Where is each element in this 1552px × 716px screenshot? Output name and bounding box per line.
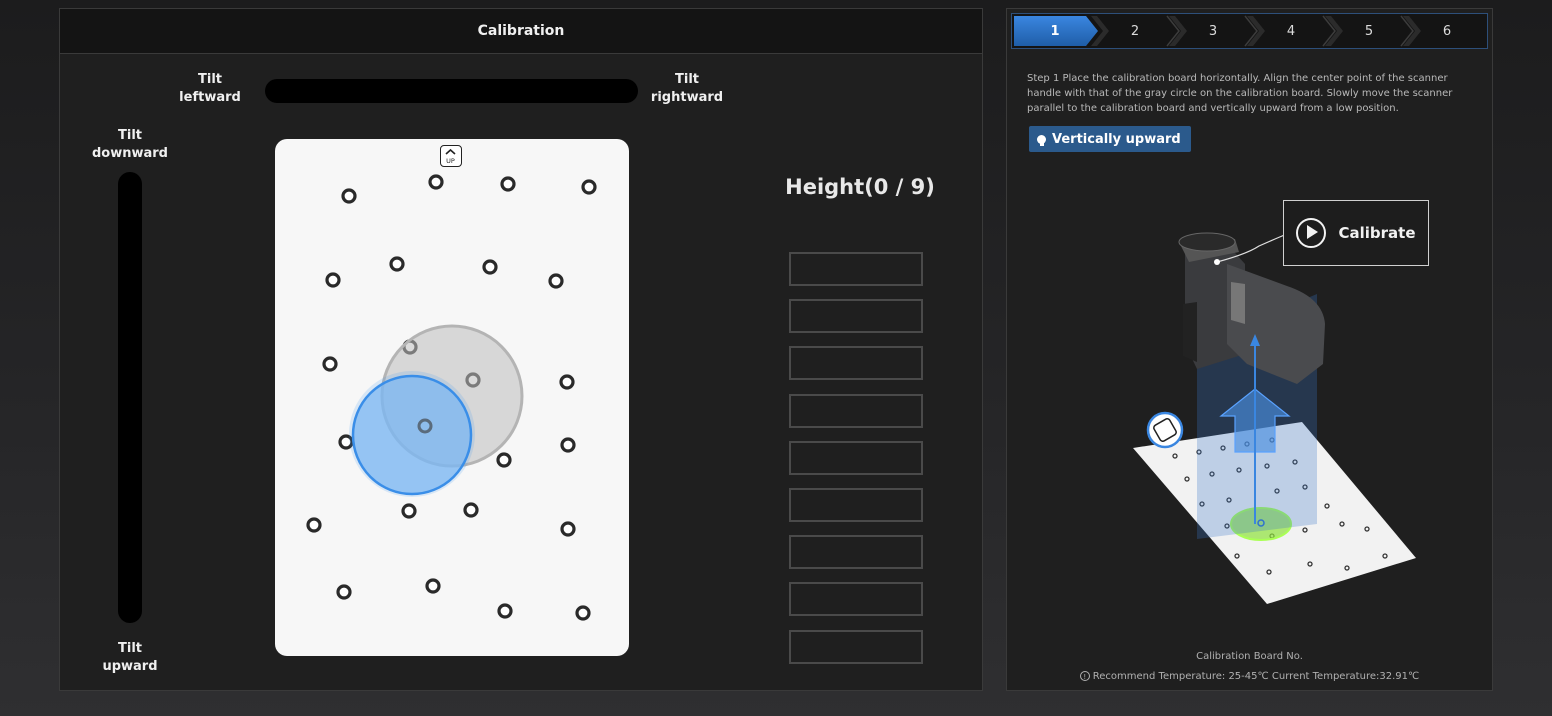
- temperature-text: Recommend Temperature: 25-45℃ Current Te…: [1092, 671, 1420, 682]
- temperature-info: ! Recommend Temperature: 25-45℃ Current T…: [1007, 671, 1492, 682]
- tilt-leftward-line1: Tilt: [198, 72, 222, 87]
- height-slot: [789, 629, 923, 664]
- horizontal-tilt-bar: [265, 79, 638, 103]
- up-icon: UP: [440, 145, 462, 167]
- tilt-rightward-line1: Tilt: [675, 72, 699, 87]
- height-slot: [789, 252, 923, 286]
- step-4[interactable]: 4: [1266, 17, 1316, 45]
- step-instructions: Step 1 Place the calibration board horiz…: [1027, 73, 1453, 114]
- info-icon: !: [1079, 671, 1090, 681]
- panel-title: Calibration: [60, 9, 982, 54]
- height-slot: [789, 488, 923, 522]
- height-slot: [789, 346, 923, 381]
- tilt-leftward-line2: leftward: [179, 90, 241, 105]
- height-slot: [789, 299, 923, 334]
- tilt-upward-line2: upward: [102, 659, 158, 674]
- height-slot: [789, 535, 923, 570]
- step-2[interactable]: 2: [1110, 17, 1160, 45]
- step-progress-bar: 1 2 3 4 5 6: [1011, 13, 1488, 49]
- calibrate-label: Calibrate: [1338, 224, 1416, 242]
- step-5[interactable]: 5: [1344, 17, 1394, 45]
- direction-tip-label: Vertically upward: [1052, 131, 1181, 147]
- step-6[interactable]: 6: [1422, 17, 1472, 45]
- height-slot: [789, 393, 923, 428]
- tilt-rightward-label: Tilt rightward: [647, 71, 727, 107]
- tilt-downward-label: Tilt downward: [80, 127, 180, 163]
- board-markers: [306, 174, 597, 621]
- height-slot: [789, 582, 923, 617]
- tilt-downward-line1: Tilt: [118, 128, 142, 143]
- height-progress-label: Height(0 / 9): [785, 175, 935, 199]
- instruction-panel: 1 2 3 4 5 6 Step 1 Place the calibration…: [1006, 8, 1493, 691]
- lightbulb-icon: [1037, 134, 1046, 146]
- calibration-board: UP: [275, 139, 629, 656]
- step-1[interactable]: 1: [1030, 17, 1080, 45]
- tilt-leftward-label: Tilt leftward: [170, 71, 250, 107]
- step-arrows: [1014, 15, 1421, 47]
- calibrate-button[interactable]: Calibrate: [1283, 200, 1429, 266]
- calibration-panel: Calibration Tilt leftward Tilt rightward…: [59, 8, 983, 691]
- scanner-position-circle: [351, 374, 473, 496]
- tilt-downward-line2: downward: [91, 146, 168, 161]
- vertical-tilt-bar: [118, 172, 142, 623]
- tilt-upward-label: Tilt upward: [80, 640, 180, 676]
- height-slot: [789, 440, 923, 475]
- step-3[interactable]: 3: [1188, 17, 1238, 45]
- svg-text:UP: UP: [446, 157, 455, 165]
- calibration-board-number: Calibration Board No.: [1196, 651, 1303, 662]
- tilt-rightward-line2: rightward: [650, 90, 724, 105]
- direction-tip: Vertically upward: [1029, 126, 1191, 152]
- tilt-upward-line1: Tilt: [118, 641, 142, 656]
- play-icon: [1296, 218, 1327, 248]
